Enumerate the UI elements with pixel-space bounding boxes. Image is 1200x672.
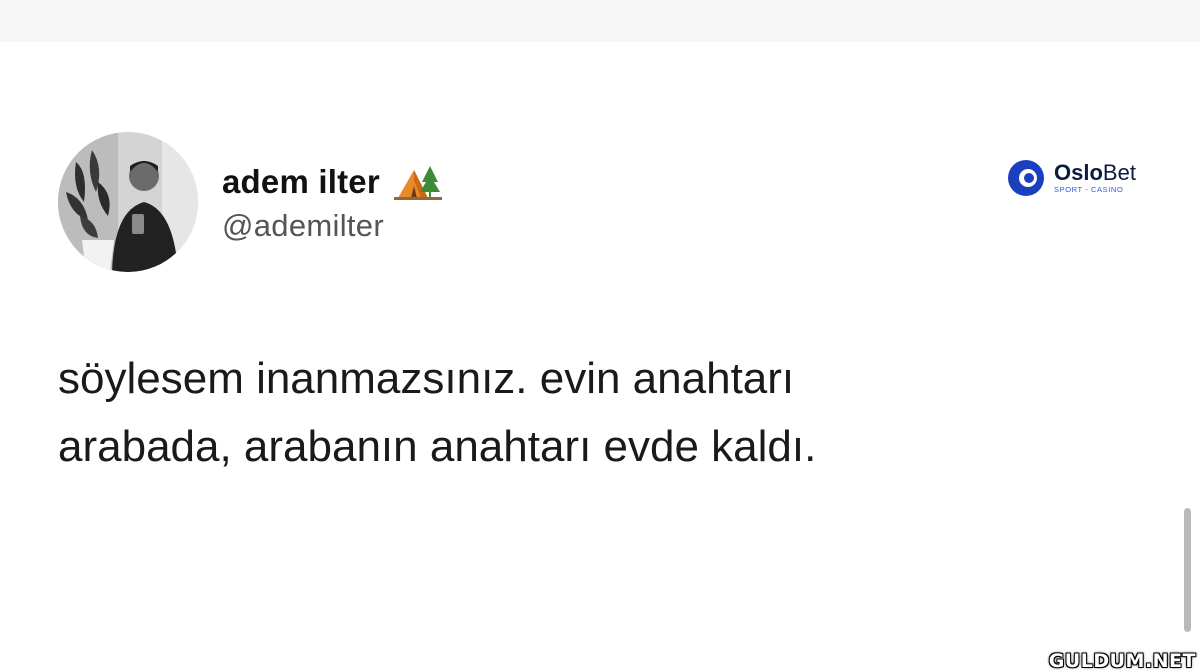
tweet-text-line: söylesem inanmazsınız. evin anahtarı (58, 354, 795, 403)
scrollbar-thumb[interactable] (1184, 508, 1191, 632)
oslobet-name-part1: Oslo (1054, 160, 1103, 186)
avatar-photo (58, 132, 198, 272)
oslobet-ring-icon (1006, 158, 1046, 198)
tweet-text: söylesem inanmazsınız. evin anahtarı ara… (58, 345, 1098, 481)
camping-tent-icon (393, 162, 442, 202)
oslobet-name: OsloBet (1054, 162, 1136, 184)
tweet-text-line: arabada, arabanın anahtarı evde kaldı. (58, 422, 817, 471)
author-name[interactable]: adem ilter (222, 163, 380, 201)
oslobet-wordmark: OsloBet SPORT - CASINO (1054, 162, 1136, 194)
oslobet-logo: OsloBet SPORT - CASINO (1006, 158, 1136, 198)
site-watermark: GULDUM.NET (1048, 650, 1196, 672)
author-name-row: adem ilter (222, 160, 442, 204)
top-strip (0, 0, 1200, 42)
oslobet-tagline: SPORT - CASINO (1054, 185, 1124, 195)
avatar[interactable] (58, 132, 198, 272)
author-handle[interactable]: @ademilter (222, 208, 384, 244)
oslobet-name-part2: Bet (1102, 160, 1136, 186)
